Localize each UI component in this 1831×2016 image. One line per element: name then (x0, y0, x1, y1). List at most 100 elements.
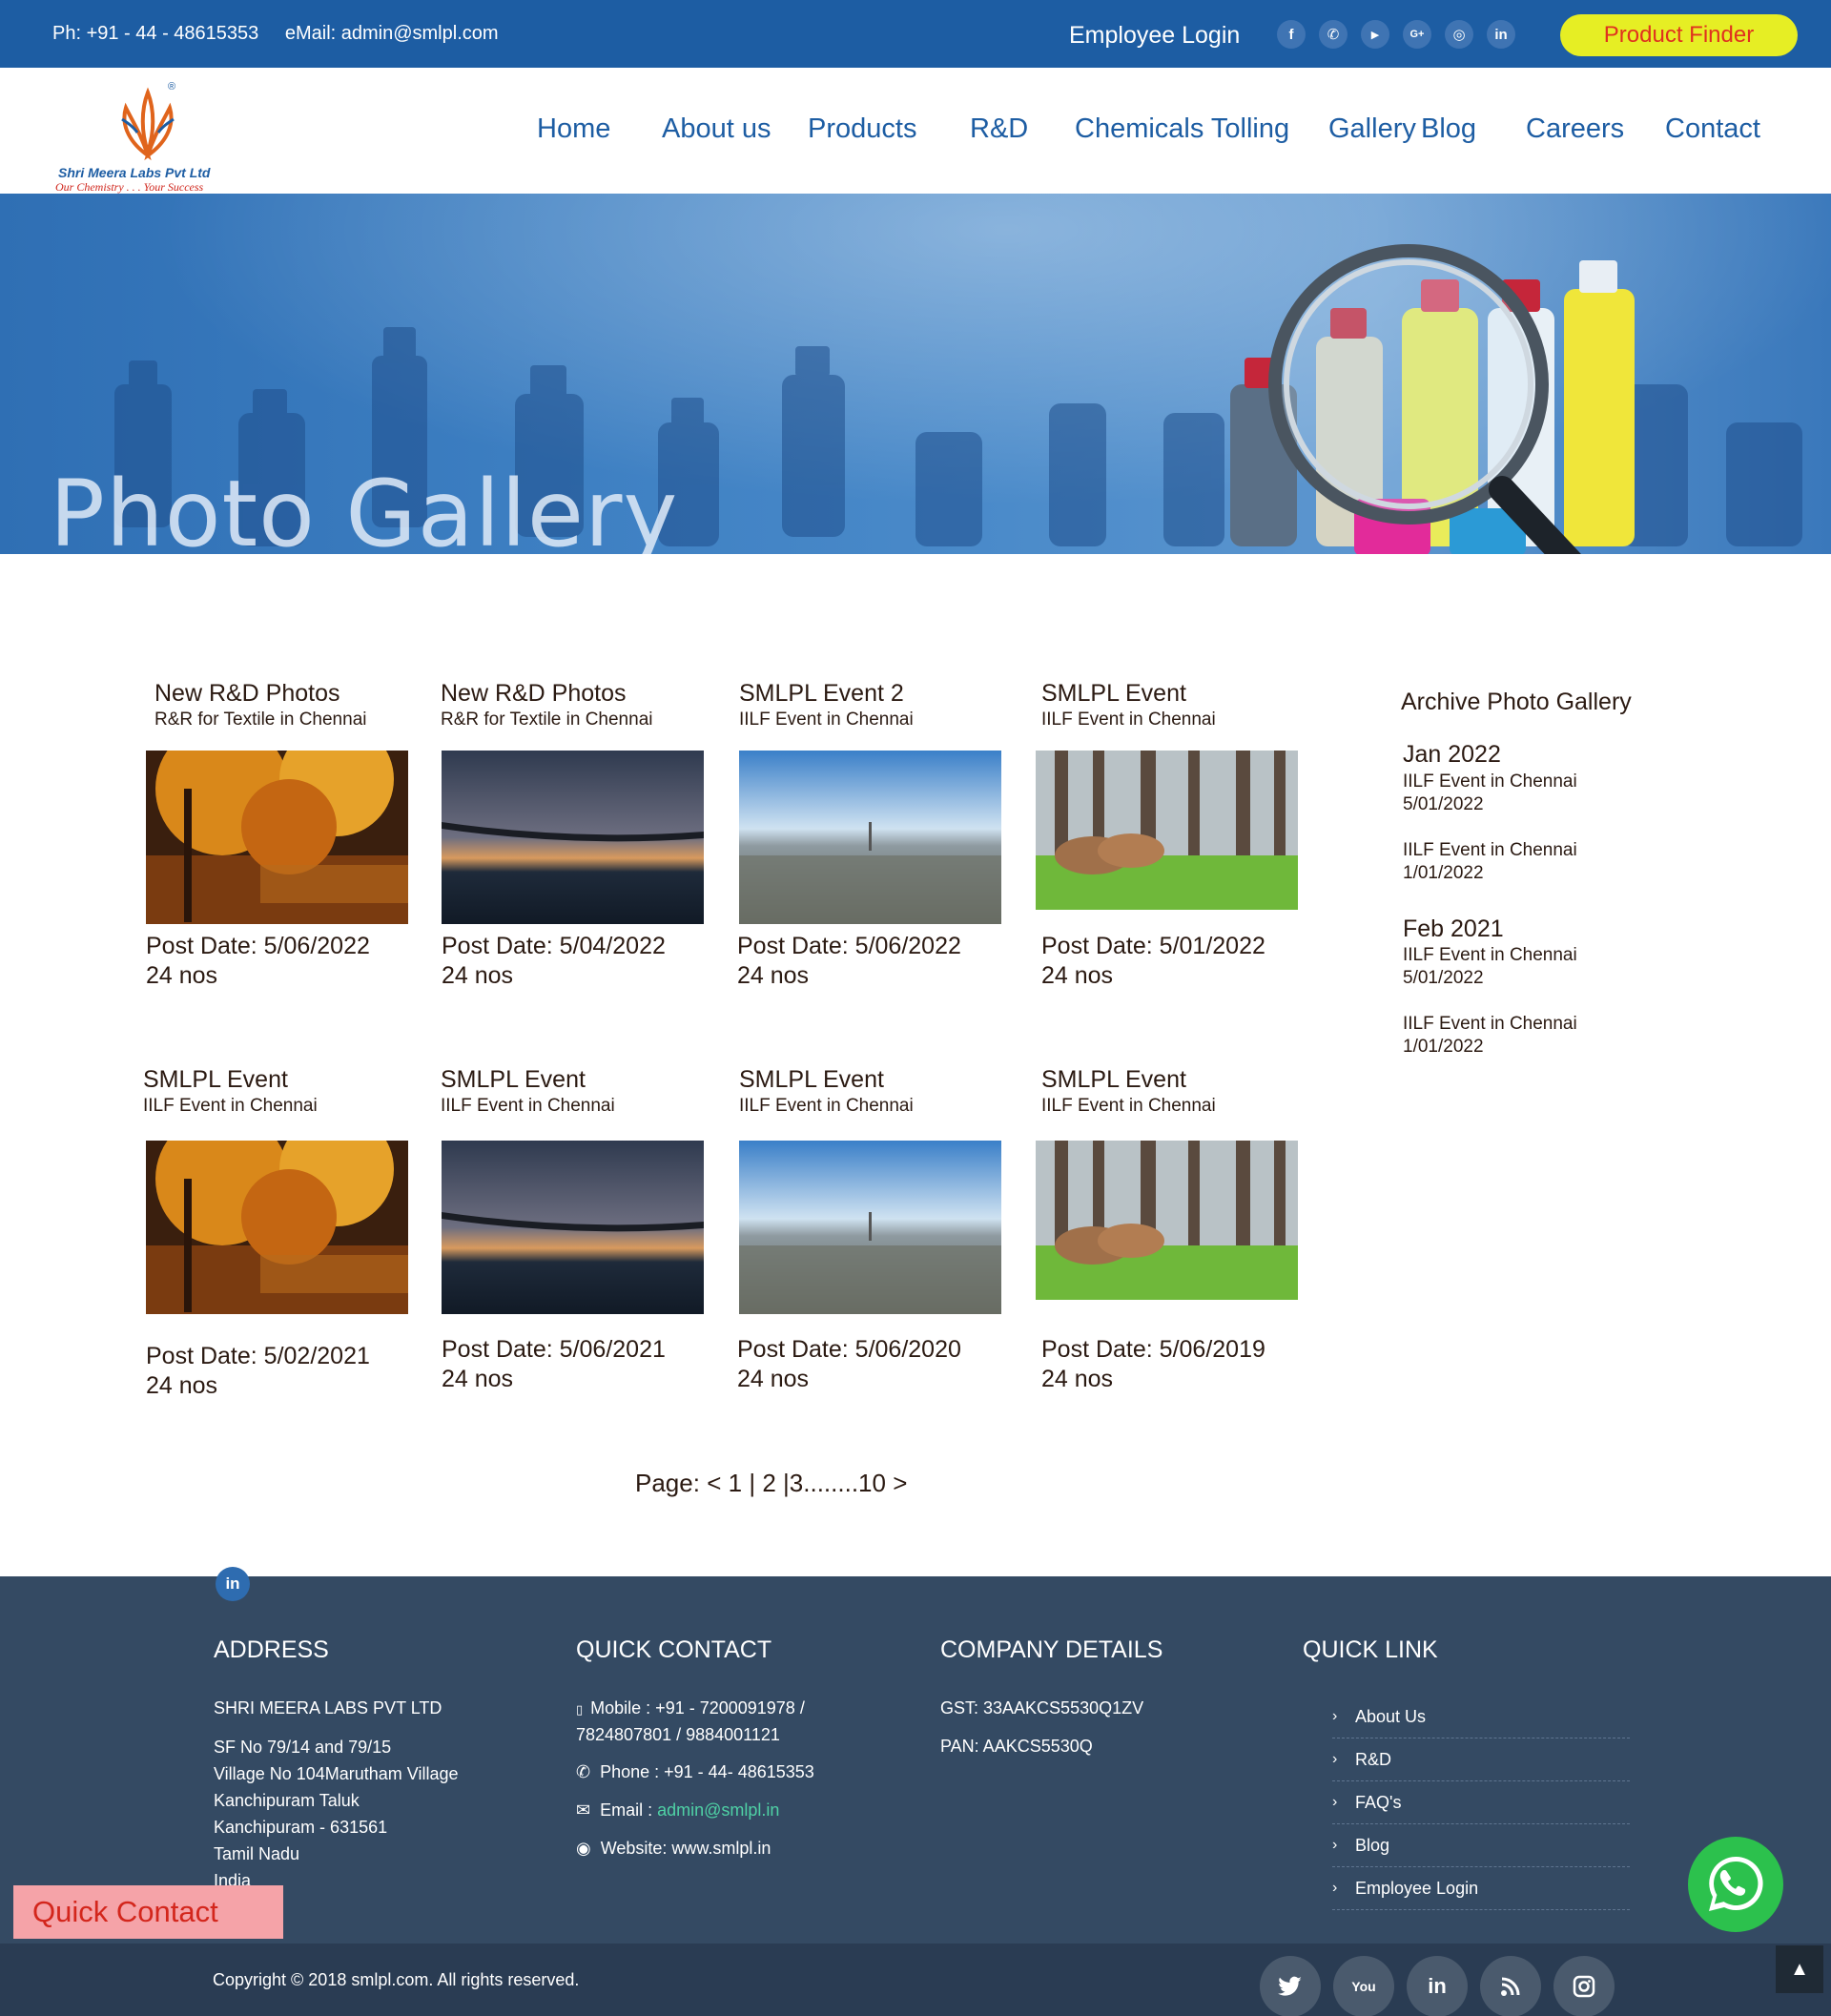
pagination-next[interactable]: > (893, 1469, 907, 1497)
gallery-card-count: 24 nos (737, 962, 810, 989)
gallery-card-title: SMLPL Event (739, 1066, 884, 1093)
linkedin-icon[interactable]: in (1487, 20, 1515, 49)
pagination-prev[interactable]: < (707, 1469, 721, 1497)
gallery-card-title: SMLPL Event (1041, 1066, 1186, 1093)
footer-pan: PAN: AAKCS5530Q (940, 1737, 1093, 1756)
whatsapp-icon[interactable] (1688, 1837, 1783, 1932)
facebook-icon[interactable]: f (1277, 20, 1306, 49)
gallery-card-title: SMLPL Event (441, 1066, 586, 1093)
gallery-card-date: Post Date: 5/06/2022 (737, 933, 961, 959)
footer-link-faqs[interactable]: › FAQ's (1332, 1781, 1630, 1824)
footer-mobile-text: Mobile : +91 - 7200091978 / (590, 1698, 805, 1718)
gallery-thumbnail-deer-forest[interactable] (1036, 751, 1298, 910)
footer-company-name: SHRI MEERA LABS PVT LTD (214, 1698, 442, 1718)
pagination-page-1[interactable]: 1 (729, 1469, 742, 1497)
gallery-thumbnail-bridge-dusk[interactable] (442, 1141, 704, 1314)
gallery-card-count: 24 nos (146, 962, 218, 989)
footer-quick-contact-heading: QUICK CONTACT (576, 1636, 772, 1663)
main-navbar: ® Shri Meera Labs Pvt Ltd Our Chemistry … (0, 68, 1831, 194)
footer-email-label: Email : (600, 1800, 658, 1820)
footer-link-blog[interactable]: › Blog (1332, 1824, 1630, 1867)
gallery-card-count: 24 nos (442, 962, 514, 989)
scroll-to-top-button[interactable]: ▲ (1776, 1945, 1823, 1993)
pagination-page-2[interactable]: 2 (762, 1469, 775, 1497)
archive-entry-name: IILF Event in Chennai (1403, 840, 1577, 860)
rss-icon[interactable] (1480, 1956, 1541, 2016)
whatsapp-icon[interactable]: ✆ (1319, 20, 1348, 49)
footer-link-about-us[interactable]: › About Us (1332, 1696, 1630, 1738)
nav-rnd[interactable]: R&D (970, 113, 1028, 145)
nav-blog[interactable]: Blog (1421, 113, 1476, 145)
gallery-card-date: Post Date: 5/04/2022 (442, 933, 666, 959)
archive-entry[interactable]: IILF Event in Chennai 5/01/2022 (1403, 944, 1577, 990)
gallery-card-subtitle: IILF Event in Chennai (441, 1096, 615, 1116)
footer-address-line: SF No 79/14 and 79/15 (214, 1738, 392, 1757)
archive-heading: Archive Photo Gallery (1401, 689, 1632, 715)
nav-gallery[interactable]: Gallery (1328, 113, 1416, 145)
youtube-icon[interactable]: ▶ (1361, 20, 1389, 49)
gallery-thumbnail-bridge-dusk[interactable] (442, 751, 704, 924)
gallery-card-count: 24 nos (737, 1366, 810, 1392)
product-finder-button[interactable]: Product Finder (1560, 14, 1798, 56)
nav-contact[interactable]: Contact (1665, 113, 1760, 145)
footer-address-line: Tamil Nadu (214, 1844, 300, 1863)
linkedin-icon[interactable]: in (1407, 1956, 1468, 2016)
archive-entry-date: 5/01/2022 (1403, 968, 1484, 988)
gallery-card-date: Post Date: 5/01/2022 (1041, 933, 1265, 959)
logo-company-name: Shri Meera Labs Pvt Ltd (58, 165, 211, 180)
gallery-card-subtitle: IILF Event in Chennai (143, 1096, 318, 1116)
footer-link-employee-login[interactable]: › Employee Login (1332, 1867, 1630, 1910)
nav-home[interactable]: Home (537, 113, 610, 145)
gallery-card-subtitle: IILF Event in Chennai (739, 1096, 914, 1116)
gallery-thumbnail-paris-city[interactable] (739, 1141, 1001, 1314)
nav-products[interactable]: Products (808, 113, 916, 145)
archive-month[interactable]: Feb 2021 (1403, 915, 1504, 943)
copyright-text: Copyright © 2018 smlpl.com. All rights r… (213, 1970, 580, 1989)
footer-email: ✉ Email : admin@smlpl.in (576, 1797, 779, 1823)
gallery-thumbnail-autumn-lake[interactable] (146, 1141, 408, 1314)
gallery-card-date: Post Date: 5/02/2021 (146, 1343, 370, 1369)
instagram-icon[interactable] (1553, 1956, 1615, 2016)
footer-link-label: R&D (1355, 1749, 1392, 1769)
twitter-icon[interactable] (1260, 1956, 1321, 2016)
footer-gst: GST: 33AAKCS5530Q1ZV (940, 1698, 1144, 1718)
gallery-thumbnail-deer-forest[interactable] (1036, 1141, 1298, 1300)
envelope-icon: ✉ (576, 1800, 591, 1820)
youtube-icon[interactable]: You (1333, 1956, 1394, 2016)
archive-entry-date: 1/01/2022 (1403, 1037, 1484, 1057)
archive-month[interactable]: Jan 2022 (1403, 741, 1501, 769)
footer-address-line: Kanchipuram - 631561 (214, 1818, 388, 1837)
gallery-card-date: Post Date: 5/06/2020 (737, 1336, 961, 1363)
gallery-thumbnail-autumn-lake[interactable] (146, 751, 408, 924)
company-logo[interactable]: ® Shri Meera Labs Pvt Ltd Our Chemistry … (55, 81, 237, 194)
chevron-right-icon: › (1332, 1751, 1338, 1767)
quick-contact-button[interactable]: Quick Contact (13, 1885, 283, 1939)
chevron-right-icon: › (1332, 1794, 1338, 1810)
gallery-card-subtitle: IILF Event in Chennai (739, 710, 914, 730)
footer-address-heading: ADDRESS (214, 1636, 329, 1663)
footer-social-icons: You in (1260, 1956, 1615, 2016)
archive-entry[interactable]: IILF Event in Chennai 1/01/2022 (1403, 1013, 1577, 1059)
nav-chemicals-tolling[interactable]: Chemicals Tolling (1075, 113, 1289, 145)
nav-careers[interactable]: Careers (1526, 113, 1624, 145)
footer-mobile: ▯ Mobile : +91 - 7200091978 / (576, 1695, 805, 1723)
employee-login-link[interactable]: Employee Login (1069, 22, 1240, 50)
gallery-card-count: 24 nos (146, 1372, 218, 1399)
archive-entry[interactable]: IILF Event in Chennai 5/01/2022 (1403, 771, 1577, 816)
footer-email-link[interactable]: admin@smlpl.in (657, 1800, 779, 1820)
archive-entry[interactable]: IILF Event in Chennai 1/01/2022 (1403, 839, 1577, 885)
archive-entry-name: IILF Event in Chennai (1403, 1014, 1577, 1034)
google-plus-icon[interactable]: G+ (1403, 20, 1431, 49)
pagination-page-10[interactable]: 10 (858, 1469, 886, 1497)
gallery-card-subtitle: R&R for Textile in Chennai (154, 710, 367, 730)
gallery-card-subtitle: IILF Event in Chennai (1041, 710, 1216, 730)
nav-about-us[interactable]: About us (662, 113, 771, 145)
linkedin-icon[interactable]: in (216, 1567, 250, 1601)
gallery-card-date: Post Date: 5/06/2022 (146, 933, 370, 959)
gallery-card-subtitle: IILF Event in Chennai (1041, 1096, 1216, 1116)
footer-link-rnd[interactable]: › R&D (1332, 1738, 1630, 1781)
pagination-page-3[interactable]: 3 (790, 1469, 803, 1497)
pagination-separator: | (783, 1469, 790, 1497)
gallery-thumbnail-paris-city[interactable] (739, 751, 1001, 924)
instagram-icon[interactable]: ◎ (1445, 20, 1473, 49)
